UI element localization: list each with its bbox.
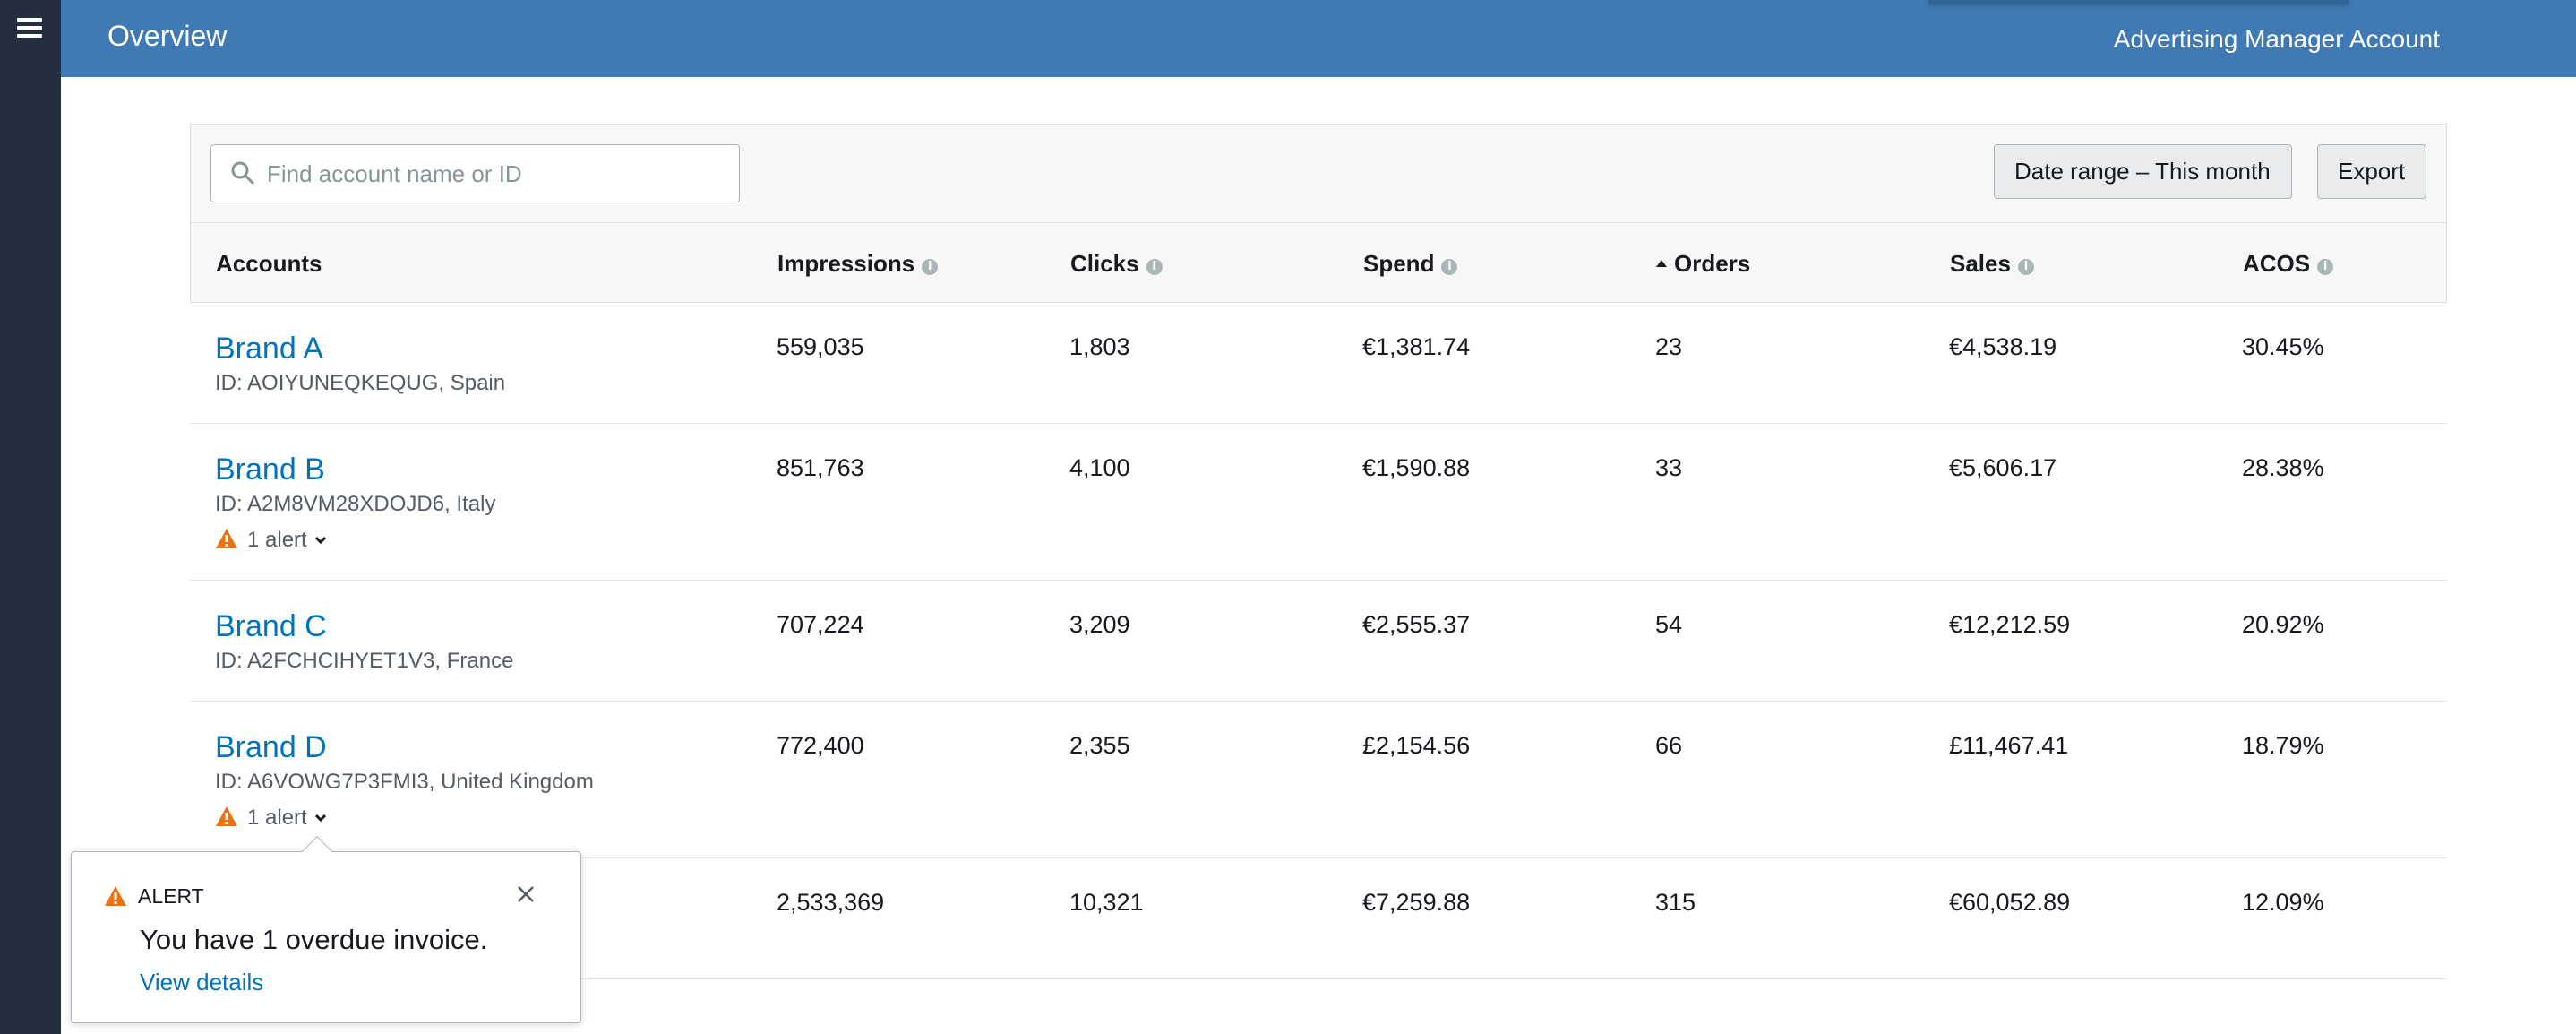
top-header: Overview Advertising Manager Account: [61, 0, 2576, 77]
clicks-cell: 3,209: [1069, 611, 1130, 638]
view-details-link[interactable]: View details: [140, 969, 263, 996]
column-header-orders[interactable]: Orders: [1656, 250, 1750, 278]
acos-cell: 12.09%: [2242, 889, 2324, 916]
table-row: Brand A ID: AOIYUNEQKEQUG, Spain 559,035…: [190, 303, 2447, 424]
date-range-button[interactable]: Date range – This month: [1994, 144, 2292, 199]
table-toolbar: Date range – This month Export: [190, 124, 2447, 222]
impressions-cell: 2,533,369: [777, 889, 885, 916]
column-header-clicks[interactable]: Clicks i: [1070, 250, 1163, 278]
search-input[interactable]: [267, 154, 724, 194]
popover-message: You have 1 overdue invoice.: [140, 924, 488, 955]
spend-cell: €2,555.37: [1362, 611, 1471, 638]
alert-label: 1 alert: [247, 806, 307, 830]
column-label: Clicks: [1070, 250, 1139, 277]
page-title: Overview: [107, 20, 228, 52]
table-row: Brand D ID: A6VOWG7P3FMI3, United Kingdo…: [190, 702, 2447, 858]
brand-link[interactable]: Brand A: [215, 332, 323, 366]
orders-cell: 54: [1655, 611, 1683, 638]
orders-cell: 66: [1655, 732, 1683, 759]
alert-toggle[interactable]: 1 alert: [215, 806, 327, 832]
account-name[interactable]: Advertising Manager Account: [2114, 25, 2440, 54]
account-id: ID: AOIYUNEQKEQUG, Spain: [215, 371, 506, 395]
info-icon[interactable]: i: [2317, 259, 2334, 275]
sales-cell: €4,538.19: [1949, 333, 2057, 360]
popover-heading: ALERT: [104, 884, 204, 909]
spend-cell: €1,381.74: [1362, 333, 1471, 360]
spend-cell: €1,590.88: [1362, 454, 1471, 481]
sales-cell: €12,212.59: [1949, 611, 2071, 638]
column-label: Impressions: [777, 250, 915, 277]
table-row: Brand C ID: A2FCHCIHYET1V3, France 707,2…: [190, 581, 2447, 702]
chevron-down-icon: [314, 814, 326, 823]
impressions-cell: 707,224: [777, 611, 864, 638]
clicks-cell: 2,355: [1069, 732, 1130, 759]
impressions-cell: 772,400: [777, 732, 864, 759]
column-label: Sales: [1950, 250, 2011, 277]
acos-cell: 20.92%: [2242, 611, 2324, 638]
column-label: Accounts: [216, 250, 322, 277]
brand-link[interactable]: Brand D: [215, 730, 327, 765]
sales-cell: €5,606.17: [1949, 454, 2057, 481]
orders-cell: 33: [1655, 454, 1683, 481]
brand-link[interactable]: Brand B: [215, 452, 325, 487]
alert-label: 1 alert: [247, 528, 307, 552]
sales-cell: €60,052.89: [1949, 889, 2071, 916]
spend-cell: €7,259.88: [1362, 889, 1471, 916]
info-icon[interactable]: i: [922, 259, 939, 275]
sort-ascending-icon: [1656, 260, 1667, 267]
sales-cell: £11,467.41: [1949, 732, 2069, 759]
column-label: Orders: [1674, 250, 1751, 277]
column-header-spend[interactable]: Spend i: [1363, 250, 1458, 278]
column-label: Spend: [1363, 250, 1435, 277]
orders-cell: 315: [1655, 889, 1696, 916]
alert-popover: ALERT You have 1 overdue invoice. View d…: [71, 836, 581, 1023]
clicks-cell: 10,321: [1069, 889, 1144, 916]
clicks-cell: 1,803: [1069, 333, 1130, 360]
chevron-down-icon: [314, 536, 326, 545]
table-row: Brand B ID: A2M8VM28XDOJD6, Italy 1 aler…: [190, 424, 2447, 581]
impressions-cell: 559,035: [777, 333, 864, 360]
account-id: ID: A2FCHCIHYET1V3, France: [215, 649, 514, 673]
info-icon[interactable]: i: [2017, 259, 2034, 275]
info-icon[interactable]: i: [1441, 259, 1458, 275]
impressions-cell: 851,763: [777, 454, 864, 481]
table-header: Accounts Impressions i Clicks i Spend i Ord…: [190, 222, 2447, 303]
column-header-impressions[interactable]: Impressions i: [777, 250, 939, 278]
warning-icon: [105, 886, 126, 906]
acos-cell: 30.45%: [2242, 333, 2324, 360]
acos-cell: 28.38%: [2242, 454, 2324, 481]
spend-cell: £2,154.56: [1362, 732, 1471, 759]
search-icon: [231, 161, 254, 185]
clicks-cell: 4,100: [1069, 454, 1130, 481]
search-box: [210, 144, 740, 202]
left-nav-rail: [0, 0, 61, 1034]
column-label: ACOS: [2243, 250, 2311, 277]
popover-heading-text: ALERT: [138, 884, 204, 908]
column-header-sales[interactable]: Sales i: [1950, 250, 2034, 278]
account-id: ID: A6VOWG7P3FMI3, United Kingdom: [215, 770, 594, 794]
hamburger-menu-icon[interactable]: [17, 18, 42, 39]
header-dropdown-edge: [1928, 0, 2349, 4]
info-icon[interactable]: i: [1146, 259, 1163, 275]
alert-toggle[interactable]: 1 alert: [215, 528, 327, 555]
acos-cell: 18.79%: [2242, 732, 2324, 759]
orders-cell: 23: [1655, 333, 1683, 360]
column-header-accounts[interactable]: Accounts: [216, 250, 322, 278]
warning-icon: [216, 529, 237, 548]
column-header-acos[interactable]: ACOS i: [2243, 250, 2334, 278]
close-icon[interactable]: [516, 884, 536, 904]
export-button[interactable]: Export: [2317, 144, 2426, 199]
brand-link[interactable]: Brand C: [215, 609, 327, 644]
warning-icon: [216, 806, 237, 826]
account-id: ID: A2M8VM28XDOJD6, Italy: [215, 492, 496, 516]
